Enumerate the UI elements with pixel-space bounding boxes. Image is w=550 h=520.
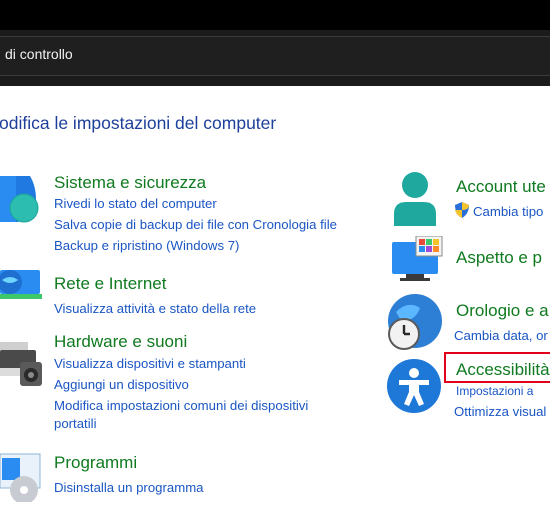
category-network-internet[interactable]: Rete e Internet xyxy=(54,274,166,294)
network-globe-icon[interactable] xyxy=(0,266,42,302)
accessibility-icon[interactable] xyxy=(386,358,442,414)
link-check-computer-status[interactable]: Rivedi lo stato del computer xyxy=(54,196,217,211)
category-user-accounts[interactable]: Account ute xyxy=(456,177,546,197)
link-change-account-type[interactable]: Cambia tipo xyxy=(473,204,543,219)
link-add-device[interactable]: Aggiungi un dispositivo xyxy=(54,377,189,392)
window-titlebar xyxy=(0,0,550,30)
page-title: odifica le impostazioni del computer xyxy=(0,113,277,133)
link-uninstall-program[interactable]: Disinstalla un programma xyxy=(54,480,204,495)
link-change-date-time[interactable]: Cambia data, or xyxy=(454,328,548,343)
breadcrumb-text: di controllo xyxy=(5,46,73,62)
link-mobility-settings-cont[interactable]: portatili xyxy=(54,416,97,431)
category-clock-region[interactable]: Orologio e a xyxy=(456,301,549,321)
category-appearance[interactable]: Aspetto e p xyxy=(456,248,542,268)
printer-speaker-icon[interactable] xyxy=(0,338,44,388)
appearance-monitor-icon[interactable] xyxy=(390,236,444,282)
user-account-icon[interactable] xyxy=(390,170,440,228)
programs-disc-icon[interactable] xyxy=(0,452,44,502)
address-bar: di controllo xyxy=(0,30,550,86)
link-mobility-settings[interactable]: Modifica impostazioni comuni dei disposi… xyxy=(54,398,308,413)
category-programs[interactable]: Programmi xyxy=(54,453,137,473)
category-hardware-sound[interactable]: Hardware e suoni xyxy=(54,332,187,352)
category-system-security[interactable]: Sistema e sicurezza xyxy=(54,173,206,193)
link-devices-printers[interactable]: Visualizza dispositivi e stampanti xyxy=(54,356,246,371)
highlight-box xyxy=(444,352,550,383)
link-backup-restore[interactable]: Backup e ripristino (Windows 7) xyxy=(54,238,239,253)
shield-icon[interactable] xyxy=(0,172,40,226)
link-accessibility-settings[interactable]: Impostazioni a xyxy=(456,384,533,398)
clock-globe-icon[interactable] xyxy=(386,294,444,352)
link-file-history-backup[interactable]: Salva copie di backup dei file con Crono… xyxy=(54,217,337,232)
link-network-status[interactable]: Visualizza attività e stato della rete xyxy=(54,301,256,316)
link-optimize-visual[interactable]: Ottimizza visual xyxy=(454,404,546,419)
uac-shield-icon xyxy=(455,202,469,218)
breadcrumb[interactable]: di controllo xyxy=(0,36,550,76)
